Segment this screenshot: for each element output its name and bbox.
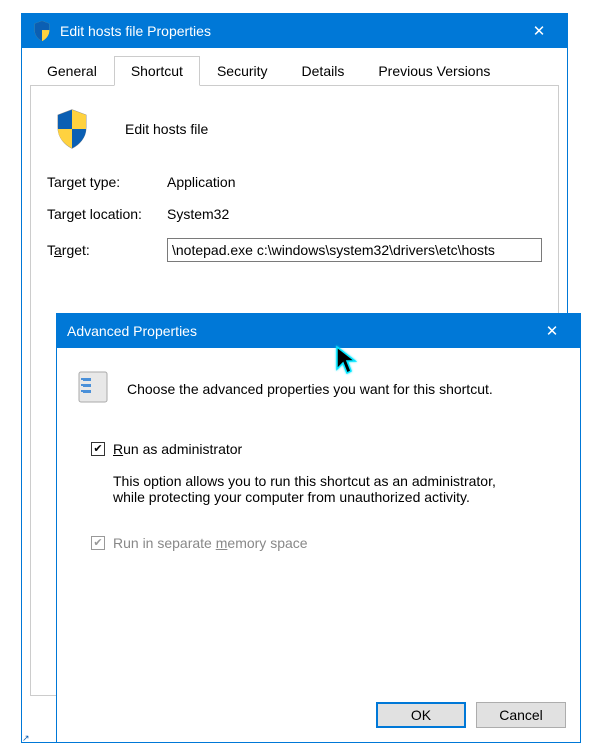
target-label: Target: <box>47 242 167 258</box>
tab-strip: General Shortcut Security Details Previo… <box>30 56 559 86</box>
target-type-label: Target type: <box>47 174 167 190</box>
ok-button[interactable]: OK <box>376 702 466 728</box>
target-input[interactable] <box>167 238 542 262</box>
titlebar[interactable]: Advanced Properties ✕ <box>57 314 580 348</box>
tab-details[interactable]: Details <box>285 56 362 85</box>
close-icon[interactable]: ✕ <box>532 322 572 340</box>
dialog-body: Choose the advanced properties you want … <box>57 348 580 702</box>
run-as-admin-description: This option allows you to run this short… <box>113 473 530 505</box>
advanced-properties-dialog: Advanced Properties ✕ Choose the advance… <box>56 313 581 743</box>
run-as-admin-checkbox[interactable]: Run as administrator <box>91 441 560 457</box>
cancel-button[interactable]: Cancel <box>476 702 566 728</box>
separate-memory-label: Run in separate memory space <box>113 535 308 551</box>
target-type-value: Application <box>167 174 542 190</box>
target-location-label: Target location: <box>47 206 167 222</box>
dialog-button-row: OK Cancel <box>57 702 580 742</box>
tab-security[interactable]: Security <box>200 56 285 85</box>
tab-general[interactable]: General <box>30 56 114 85</box>
tab-shortcut[interactable]: Shortcut <box>114 56 200 86</box>
separate-memory-checkbox: Run in separate memory space <box>91 535 560 551</box>
target-location-value: System32 <box>167 206 542 222</box>
dialog-title: Advanced Properties <box>67 323 532 339</box>
checkbox-icon <box>91 442 105 456</box>
close-icon[interactable]: ✕ <box>519 22 559 40</box>
window-title: Edit hosts file Properties <box>60 23 519 39</box>
shortcut-name: Edit hosts file <box>125 121 208 137</box>
shield-icon: ↗ <box>32 20 52 42</box>
titlebar[interactable]: ↗ Edit hosts file Properties ✕ <box>22 14 567 48</box>
run-as-admin-label: Run as administrator <box>113 441 242 457</box>
properties-icon <box>77 370 109 407</box>
checkbox-icon <box>91 536 105 550</box>
dialog-intro: Choose the advanced properties you want … <box>127 381 493 397</box>
shield-icon <box>53 108 91 150</box>
tab-previous-versions[interactable]: Previous Versions <box>361 56 507 85</box>
